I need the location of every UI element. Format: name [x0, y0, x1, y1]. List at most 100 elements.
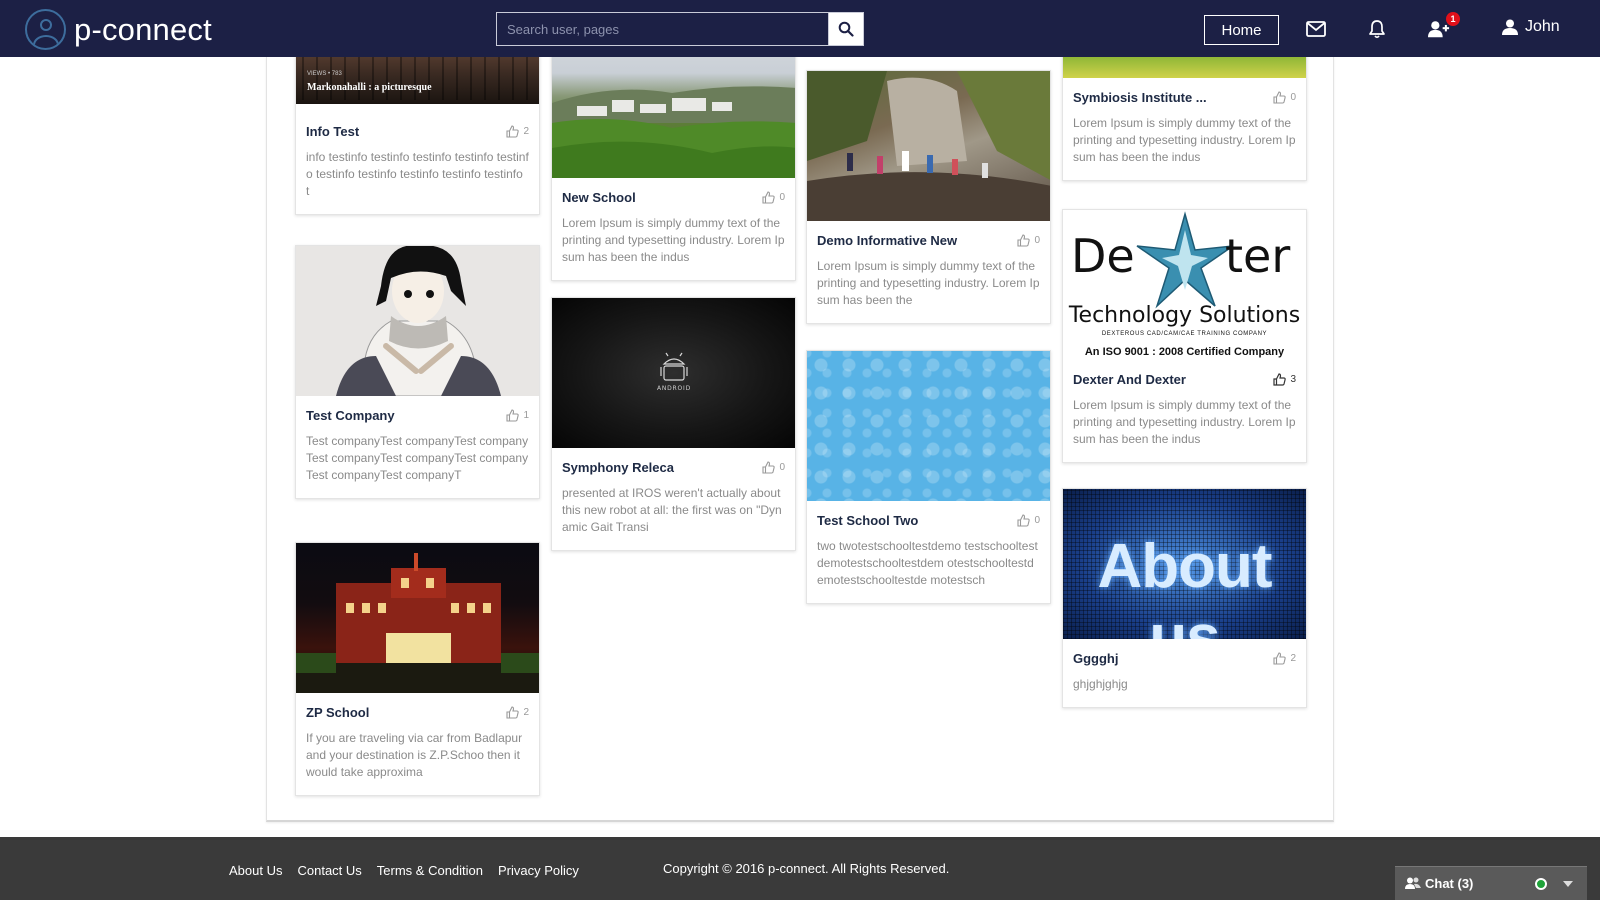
- card-description: Lorem Ipsum is simply dummy text of the …: [562, 216, 785, 264]
- logo-text: p-connect: [74, 11, 212, 47]
- card-description: Lorem Ipsum is simply dummy text of the …: [817, 259, 1040, 307]
- logo-word-right: ter: [1225, 229, 1290, 283]
- chat-widget[interactable]: Chat (3): [1395, 866, 1587, 900]
- brand-logo[interactable]: p-connect: [25, 9, 212, 50]
- like-count: 0: [1290, 92, 1296, 103]
- footer-link-terms[interactable]: Terms & Condition: [377, 863, 483, 878]
- like-button[interactable]: 0: [762, 191, 785, 204]
- like-button[interactable]: 2: [1273, 652, 1296, 665]
- about-us-text: About us: [1097, 532, 1272, 639]
- like-count: 1: [523, 410, 529, 421]
- blue-pattern-image: [807, 351, 1050, 501]
- like-count: 0: [1034, 515, 1040, 526]
- thumbs-up-icon: [506, 409, 520, 422]
- copyright-text: Copyright © 2016 p-connect. All Rights R…: [663, 861, 950, 876]
- user-menu[interactable]: John: [1502, 18, 1560, 36]
- svg-text:ANDROID: ANDROID: [657, 385, 691, 392]
- like-count: 2: [523, 126, 529, 137]
- card-title[interactable]: Test School Two: [817, 513, 918, 528]
- like-button[interactable]: 0: [762, 461, 785, 474]
- logo-subtitle: Technology Solutions: [1068, 303, 1301, 328]
- card-title[interactable]: Demo Informative New: [817, 233, 957, 248]
- like-count: 3: [1290, 374, 1296, 385]
- like-count: 2: [523, 707, 529, 718]
- dexter-logo-image: De ter Technology Solutions Dexterous CA…: [1063, 210, 1306, 360]
- card-description: presented at IROS weren't actually about…: [562, 486, 782, 534]
- feed-container: VIEWS • 783 Markonahalli : a picturesque…: [266, 27, 1334, 822]
- search-bar: [496, 12, 864, 46]
- notifications-button[interactable]: [1366, 18, 1388, 40]
- card-description: Lorem Ipsum is simply dummy text of the …: [1073, 398, 1296, 446]
- thumbs-up-icon: [1273, 373, 1287, 386]
- logo-word-left: De: [1071, 229, 1135, 283]
- thumbs-up-icon: [762, 461, 776, 474]
- school-building-night-image: [296, 543, 539, 693]
- thumbs-up-icon: [1273, 91, 1287, 104]
- logo-tagline: Dexterous CAD/CAM/CAE Training Company: [1101, 331, 1268, 337]
- card-title[interactable]: Symbiosis Institute ...: [1073, 90, 1207, 105]
- card-title[interactable]: Info Test: [306, 124, 359, 139]
- card-title[interactable]: Dexter And Dexter: [1073, 372, 1186, 387]
- footer-link-contact[interactable]: Contact Us: [297, 863, 361, 878]
- thumbs-up-icon: [1017, 234, 1031, 247]
- chat-label: Chat (3): [1425, 876, 1474, 891]
- envelope-icon: [1306, 21, 1326, 37]
- friend-request-badge: 1: [1446, 12, 1460, 26]
- feed-card[interactable]: About us Gggghj 2 ghjghjghjg: [1062, 488, 1307, 708]
- card-title[interactable]: Gggghj: [1073, 651, 1119, 666]
- like-button[interactable]: 0: [1273, 91, 1296, 104]
- messages-button[interactable]: [1305, 18, 1327, 40]
- feed-card[interactable]: ANDROID Symphony Releca 0 presented at I…: [551, 297, 796, 551]
- user-icon: [1502, 19, 1518, 35]
- feed-card[interactable]: VIEWS • 783 Markonahalli : a picturesque…: [295, 37, 540, 215]
- thumbs-up-icon: [762, 191, 776, 204]
- like-button[interactable]: 1: [506, 409, 529, 422]
- thumbs-up-icon: [1273, 652, 1287, 665]
- feed-card[interactable]: Test Company 1 Test companyTest companyT…: [295, 245, 540, 499]
- users-icon: [1405, 877, 1421, 889]
- feed-card[interactable]: ZP School 2 If you are traveling via car…: [295, 542, 540, 796]
- card-description: info testinfo testinfo testinfo testinfo…: [306, 150, 529, 198]
- footer-link-about[interactable]: About Us: [229, 863, 282, 878]
- about-us-image: About us: [1063, 489, 1306, 639]
- feed-card[interactable]: Test School Two 0 two twotestschooltestd…: [806, 350, 1051, 604]
- like-count: 2: [1290, 653, 1296, 664]
- search-button[interactable]: [829, 12, 864, 46]
- like-button[interactable]: 0: [1017, 514, 1040, 527]
- like-count: 0: [1034, 235, 1040, 246]
- footer: About Us Contact Us Terms & Condition Pr…: [0, 837, 1600, 900]
- chevron-down-icon[interactable]: [1563, 881, 1573, 887]
- like-button[interactable]: 2: [506, 706, 529, 719]
- card-description: ghjghjghjg: [1073, 677, 1128, 691]
- anime-character-image: [296, 246, 539, 396]
- card-title[interactable]: Symphony Releca: [562, 460, 674, 475]
- search-input[interactable]: [496, 12, 830, 46]
- image-views: VIEWS • 783: [307, 71, 342, 77]
- footer-link-privacy[interactable]: Privacy Policy: [498, 863, 579, 878]
- card-description: Test companyTest companyTest companyTest…: [306, 434, 529, 482]
- bell-icon: [1369, 20, 1385, 39]
- feed-card[interactable]: Demo Informative New 0 Lorem Ipsum is si…: [806, 70, 1051, 324]
- card-title[interactable]: Test Company: [306, 408, 395, 423]
- like-button[interactable]: 2: [506, 125, 529, 138]
- like-button[interactable]: 0: [1017, 234, 1040, 247]
- top-navbar: p-connect Home 1 John: [0, 0, 1600, 57]
- home-button[interactable]: Home: [1204, 15, 1279, 45]
- thumbs-up-icon: [1017, 514, 1031, 527]
- thumbs-up-icon: [506, 706, 520, 719]
- card-description: If you are traveling via car from Badlap…: [306, 731, 523, 779]
- online-status-icon: [1535, 878, 1547, 890]
- card-description: Lorem Ipsum is simply dummy text of the …: [1073, 116, 1296, 164]
- thumbs-up-icon: [506, 125, 520, 138]
- like-button[interactable]: 3: [1273, 373, 1296, 386]
- search-icon: [838, 21, 854, 37]
- feed-card[interactable]: New School 0 Lorem Ipsum is simply dummy…: [551, 27, 796, 281]
- like-count: 0: [779, 462, 785, 473]
- card-description: two twotestschooltestdemo testschooltest…: [817, 539, 1038, 587]
- logo-iso: An ISO 9001 : 2008 Certified Company: [1084, 346, 1285, 358]
- card-title[interactable]: New School: [562, 190, 636, 205]
- feed-card[interactable]: De ter Technology Solutions Dexterous CA…: [1062, 209, 1307, 463]
- card-title[interactable]: ZP School: [306, 705, 369, 720]
- android-logo-image: ANDROID: [552, 298, 795, 448]
- logo-user-icon: [25, 9, 66, 50]
